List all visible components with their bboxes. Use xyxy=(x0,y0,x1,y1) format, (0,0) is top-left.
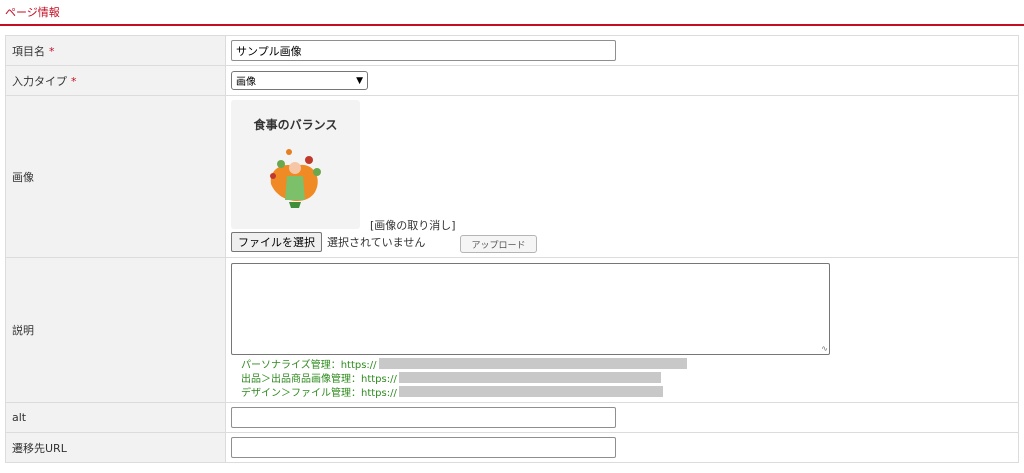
file-input-row: ファイルを選択 選択されていません アップロード xyxy=(231,232,537,253)
help-line-listing-images: 出品＞出品商品画像管理：https:// xyxy=(241,370,661,385)
link-url-value-cell xyxy=(225,432,1019,463)
alt-value-cell xyxy=(225,402,1019,433)
help-line-design-files: デザイン＞ファイル管理：https:// xyxy=(241,384,663,399)
no-file-text: 選択されていません xyxy=(327,236,426,249)
alt-label-cell: alt xyxy=(5,402,226,433)
item-name-label-cell: 項目名 * xyxy=(5,35,226,66)
help-line-personalize: パーソナライズ管理：https:// xyxy=(241,356,687,371)
upload-button[interactable]: アップロード xyxy=(460,235,537,253)
redacted-url xyxy=(398,386,663,397)
image-label: 画像 xyxy=(12,170,34,184)
image-label-cell: 画像 xyxy=(5,95,226,258)
input-type-value-cell: 画像 ▼ xyxy=(225,65,1019,96)
help-line-text: パーソナライズ管理：https:// xyxy=(241,360,377,371)
item-name-value-cell xyxy=(225,35,1019,66)
row-link-url: 遷移先URL xyxy=(5,432,1019,463)
image-value-cell: 食事のバランス [画像の取り消し] ファイルを選択 選択されていません アップロ… xyxy=(225,95,1019,258)
input-type-label-cell: 入力タイプ * xyxy=(5,65,226,96)
alt-input[interactable] xyxy=(231,407,616,428)
page-header: ページ情報 xyxy=(0,0,1024,26)
input-type-label: 入力タイプ xyxy=(12,74,67,88)
redacted-url xyxy=(378,358,687,369)
description-label: 説明 xyxy=(12,324,34,337)
description-textarea[interactable]: ∿ xyxy=(231,263,830,355)
thumbnail-title: 食事のバランス xyxy=(253,118,338,132)
row-alt: alt xyxy=(5,402,1019,433)
input-type-selected: 画像 xyxy=(236,77,256,88)
row-item-name: 項目名 * xyxy=(5,35,1019,66)
row-image: 画像 食事のバランス [画像の取り消し] ファイルを選択 選択されていません ア… xyxy=(5,95,1019,258)
alt-label: alt xyxy=(12,411,27,424)
page-title: ページ情報 xyxy=(5,6,60,19)
resize-grip-icon[interactable]: ∿ xyxy=(821,345,828,353)
choose-file-button[interactable]: ファイルを選択 xyxy=(231,232,322,252)
required-mark: * xyxy=(49,44,55,58)
chevron-down-icon: ▼ xyxy=(356,75,363,86)
food-balance-illustration-icon xyxy=(270,149,321,208)
link-url-input[interactable] xyxy=(231,437,616,458)
remove-image-link[interactable]: [画像の取り消し] xyxy=(370,217,456,233)
link-url-label-cell: 遷移先URL xyxy=(5,432,226,463)
item-name-label: 項目名 xyxy=(12,44,45,58)
row-input-type: 入力タイプ * 画像 ▼ xyxy=(5,65,1019,96)
item-name-input[interactable] xyxy=(231,40,616,61)
item-form-table: 項目名 * 入力タイプ * 画像 ▼ 画像 食事のバランス xyxy=(5,35,1019,463)
image-thumbnail: 食事のバランス xyxy=(231,100,360,229)
required-mark: * xyxy=(71,74,77,88)
description-value-cell: ∿ パーソナライズ管理：https:// 出品＞出品商品画像管理：https:/… xyxy=(225,257,1019,403)
link-url-label: 遷移先URL xyxy=(12,441,67,455)
help-line-text: デザイン＞ファイル管理：https:// xyxy=(241,388,397,399)
redacted-url xyxy=(398,372,661,383)
row-description: 説明 ∿ パーソナライズ管理：https:// 出品＞出品商品画像管理：http… xyxy=(5,257,1019,403)
description-label-cell: 説明 xyxy=(5,257,226,403)
help-line-text: 出品＞出品商品画像管理：https:// xyxy=(241,374,397,385)
input-type-select[interactable]: 画像 ▼ xyxy=(231,71,368,90)
